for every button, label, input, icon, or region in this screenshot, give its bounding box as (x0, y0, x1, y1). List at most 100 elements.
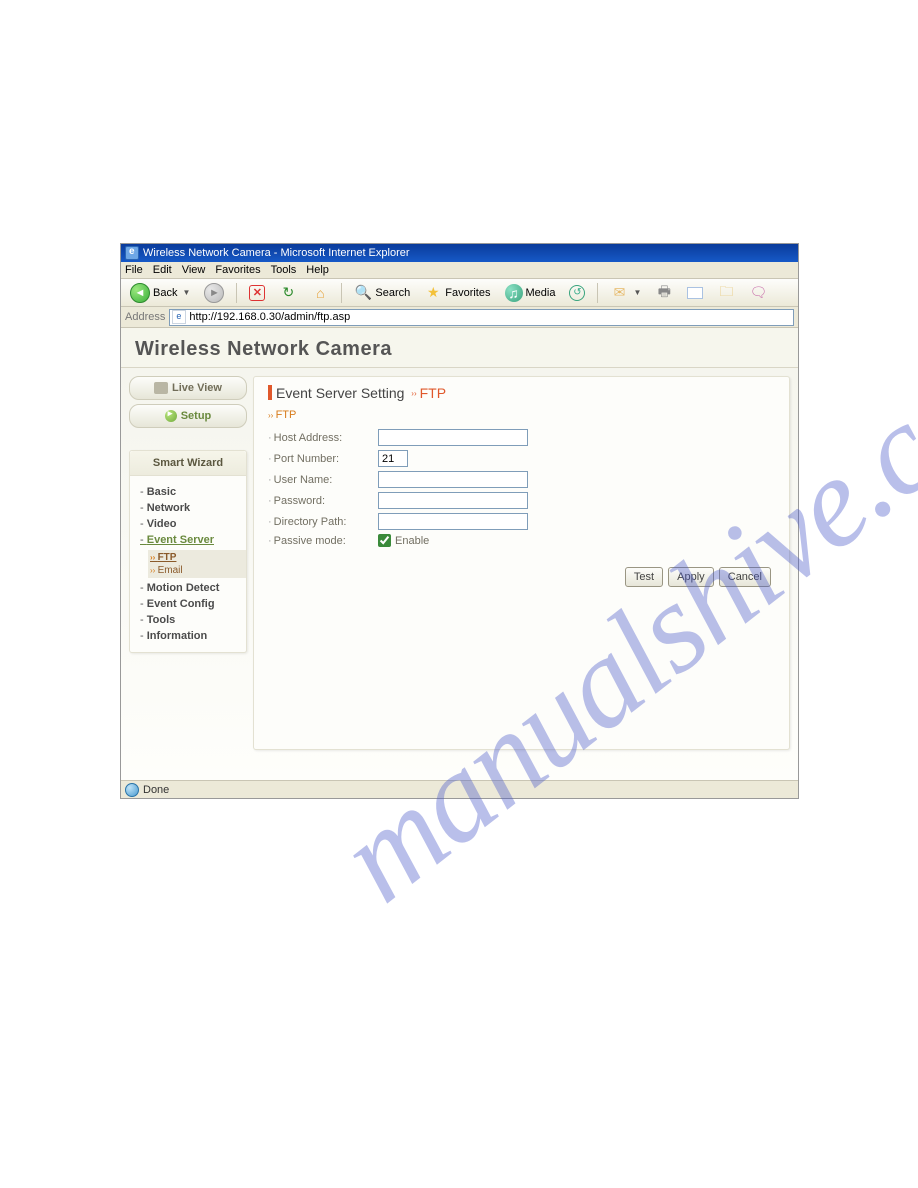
ie-icon (125, 246, 139, 260)
nav-network[interactable]: Network (130, 500, 246, 516)
section-header: FTP (268, 409, 775, 425)
row-host: Host Address: (268, 429, 775, 446)
menubar: File Edit View Favorites Tools Help (121, 262, 798, 279)
mail-button[interactable]: ✉▼ (605, 282, 646, 304)
apply-button[interactable]: Apply (668, 567, 714, 587)
menu-edit[interactable]: Edit (153, 264, 172, 276)
heading-sub: FTP (420, 385, 446, 401)
label-port: Port Number: (268, 453, 378, 465)
titlebar: Wireless Network Camera - Microsoft Inte… (121, 244, 798, 262)
back-label: Back (153, 287, 177, 299)
menu-view[interactable]: View (182, 264, 206, 276)
smart-wizard-header[interactable]: Smart Wizard (130, 451, 246, 476)
row-user: User Name: (268, 471, 775, 488)
status-bar: Done (121, 780, 798, 798)
address-label: Address (125, 311, 165, 323)
nav-basic[interactable]: Basic (130, 484, 246, 500)
live-view-button[interactable]: Live View (129, 376, 247, 400)
nav-event-config[interactable]: Event Config (130, 596, 246, 612)
edit-icon (687, 287, 703, 299)
back-arrow-icon: ◄ (130, 283, 150, 303)
nav-video[interactable]: Video (130, 516, 246, 532)
favorites-button[interactable]: ★ Favorites (419, 282, 495, 304)
row-pass: Password: (268, 492, 775, 509)
discuss-icon: 🗨 (749, 284, 767, 302)
search-label: Search (375, 287, 410, 299)
row-passive: Passive mode: Enable (268, 534, 775, 547)
chevron-down-icon: ▼ (633, 288, 641, 297)
discuss-button[interactable]: 🗨 (744, 282, 772, 304)
page-icon (172, 310, 186, 324)
address-input[interactable] (189, 311, 791, 323)
checkbox-passive[interactable] (378, 534, 391, 547)
print-button[interactable]: 🖶 (650, 282, 678, 304)
browser-window: Wireless Network Camera - Microsoft Inte… (120, 243, 799, 799)
input-pass[interactable] (378, 492, 528, 509)
stop-icon: ✕ (249, 285, 265, 301)
nav-tools[interactable]: Tools (130, 612, 246, 628)
row-port: Port Number: (268, 450, 775, 467)
input-dir[interactable] (378, 513, 528, 530)
search-button[interactable]: 🔍 Search (349, 282, 415, 304)
heading-accent (268, 385, 272, 400)
label-user: User Name: (268, 474, 378, 486)
folder-button[interactable]: 🗀 (712, 282, 740, 304)
history-icon: ↺ (569, 285, 585, 301)
done-icon (125, 783, 139, 797)
sidebar: Live View Setup Smart Wizard Basic Netwo… (129, 376, 247, 750)
menu-file[interactable]: File (125, 264, 143, 276)
separator (597, 283, 598, 303)
refresh-icon: ↻ (279, 284, 297, 302)
heading-main: Event Server Setting (276, 385, 408, 401)
separator (236, 283, 237, 303)
media-button[interactable]: ♫ Media (500, 282, 561, 304)
home-button[interactable]: ⌂ (306, 282, 334, 304)
menu-tools[interactable]: Tools (271, 264, 297, 276)
menu-favorites[interactable]: Favorites (215, 264, 260, 276)
chevron-right-icon: ›› (411, 389, 416, 398)
back-button[interactable]: ◄ Back ▼ (125, 282, 195, 304)
row-dir: Directory Path: (268, 513, 775, 530)
input-user[interactable] (378, 471, 528, 488)
nav-ftp[interactable]: FTP (148, 551, 246, 564)
page-header: Wireless Network Camera (121, 328, 798, 368)
window-title: Wireless Network Camera - Microsoft Inte… (143, 247, 410, 259)
cancel-button[interactable]: Cancel (719, 567, 771, 587)
stop-button[interactable]: ✕ (244, 282, 270, 304)
setup-button[interactable]: Setup (129, 404, 247, 428)
status-text: Done (143, 784, 169, 796)
refresh-button[interactable]: ↻ (274, 282, 302, 304)
button-row: Test Apply Cancel (268, 567, 775, 587)
folder-icon: 🗀 (717, 284, 735, 302)
page-title: Wireless Network Camera (135, 338, 784, 361)
label-host: Host Address: (268, 432, 378, 444)
page-content: Wireless Network Camera Live View Setup … (121, 328, 798, 780)
print-icon: 🖶 (655, 284, 673, 302)
history-button[interactable]: ↺ (564, 282, 590, 304)
label-dir: Directory Path: (268, 516, 378, 528)
home-icon: ⌂ (311, 284, 329, 302)
nav-event-server[interactable]: Event Server (130, 532, 246, 548)
setup-label: Setup (181, 410, 212, 422)
address-box[interactable] (169, 309, 794, 326)
label-passive: Passive mode: (268, 535, 378, 547)
nav-information[interactable]: Information (130, 628, 246, 644)
main-panel: Event Server Setting ›› FTP FTP Host Addr… (253, 376, 790, 750)
forward-arrow-icon: ► (204, 283, 224, 303)
nav-motion-detect[interactable]: Motion Detect (130, 580, 246, 596)
nav-panel: Smart Wizard Basic Network Video Event S… (129, 450, 247, 653)
nav-event-server-sub: FTP Email (148, 550, 246, 578)
nav-email[interactable]: Email (148, 564, 246, 577)
forward-button[interactable]: ► (199, 282, 229, 304)
mail-icon: ✉ (610, 284, 628, 302)
menu-help[interactable]: Help (306, 264, 329, 276)
star-icon: ★ (424, 284, 442, 302)
input-port[interactable] (378, 450, 408, 467)
chevron-down-icon: ▼ (182, 288, 190, 297)
play-icon (165, 410, 177, 422)
edit-button[interactable] (682, 282, 708, 304)
label-pass: Password: (268, 495, 378, 507)
test-button[interactable]: Test (625, 567, 663, 587)
input-host[interactable] (378, 429, 528, 446)
camera-icon (154, 382, 168, 394)
